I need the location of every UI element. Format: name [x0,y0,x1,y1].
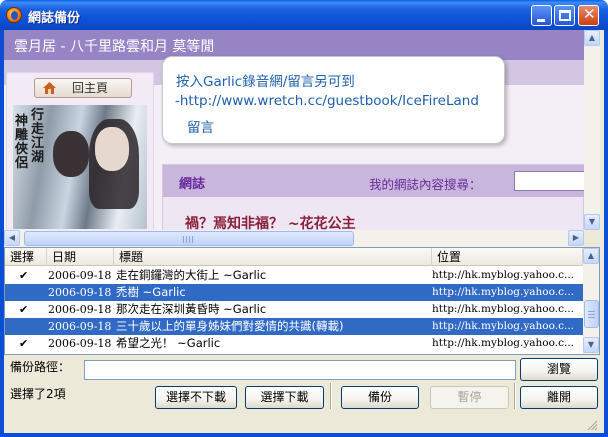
column-date[interactable]: 日期 [47,248,114,266]
separator [514,383,516,409]
list-header: 選擇 日期 標題 位置 [5,248,583,266]
bubble-link[interactable]: -http://www.wretch.cc/guestbook/IceFireL… [175,93,479,109]
banner-image: 神雕俠侶 行走江湖 [13,105,147,229]
blog-content-panel: 網誌 我的網誌內容搜尋： 禍？焉知非福？ ~花花公主 [162,164,584,230]
list-row[interactable]: ✔ 2006-09-18 走在銅鑼灣的大街上 ~Garlic http://hk… [5,267,583,284]
list-scroll-up-icon[interactable]: ▲ [583,248,599,264]
poster-text-2: 行走江湖 [31,108,45,165]
window-title: 網誌備份 [28,11,81,26]
row-url: http://hk.myblog.yahoo.c... [432,320,574,332]
row-title: 禿樹 ~Garlic [116,285,186,299]
row-date: 2006-09-18 [48,286,112,299]
check-icon[interactable]: ✔ [19,335,31,352]
list-row[interactable]: 2006-09-18 三十歲以上的單身姊妹們對愛情的共識(轉載) http://… [5,318,583,335]
message-bubble: 按入Garlic錄音網/留言另可到 -http://www.wretch.cc/… [162,56,505,144]
grip-icon [588,311,595,318]
check-icon[interactable]: ✔ [19,301,31,318]
row-url: http://hk.myblog.yahoo.c... [432,286,574,298]
close-icon: ✕ [583,5,596,23]
maximize-icon [559,10,571,21]
list-scroll-thumb[interactable] [584,300,599,328]
row-url: http://hk.myblog.yahoo.c... [432,269,574,281]
column-select[interactable]: 選擇 [5,248,47,266]
row-date: 2006-09-18 [48,303,112,316]
list-scrollbar[interactable]: ▲ ▼ [583,248,599,354]
search-label: 我的網誌內容搜尋： [369,177,482,192]
firefox-icon [6,7,22,23]
row-title: 希望之光！ ~Garlic [116,336,221,350]
minimize-button[interactable] [531,5,552,26]
row-date: 2006-09-18 [48,269,112,282]
poster-figure-dark [53,131,89,177]
row-url: http://hk.myblog.yahoo.c... [432,337,574,349]
row-title: 走在銅鑼灣的大街上 ~Garlic [116,268,267,282]
scroll-left-icon[interactable]: ◀ [4,230,20,246]
scroll-corner [584,230,600,247]
check-icon[interactable]: ✔ [19,267,31,284]
grip-icon [183,236,195,243]
title-bar: 網誌備份 ✕ [0,0,608,30]
minimize-icon [537,19,545,22]
deselect-download-button[interactable]: 選擇不下載 [155,386,237,409]
post-title[interactable]: 禍？焉知非福？ ~花花公主 [185,213,356,230]
list-scroll-down-icon[interactable]: ▼ [583,337,599,353]
list-row[interactable]: 2006-09-18 禿樹 ~Garlic http://hk.myblog.y… [5,284,583,301]
search-input[interactable] [514,171,584,191]
browse-button[interactable]: 瀏覽 [520,358,598,381]
home-button[interactable]: 回主頁 [34,78,132,98]
list-row[interactable]: ✔ 2006-09-18 希望之光！ ~Garlic http://hk.myb… [5,335,583,352]
close-button[interactable]: ✕ [578,5,599,26]
backup-path-input[interactable] [84,360,516,380]
row-date: 2006-09-18 [48,320,112,333]
section-label: 網誌 [179,177,206,192]
content-header: 網誌 我的網誌內容搜尋： [163,165,584,197]
scroll-down-icon[interactable]: ▼ [584,214,600,230]
home-button-label: 回主頁 [71,81,108,95]
scroll-up-icon[interactable]: ▲ [584,30,600,46]
blog-title: 雲月居 - 八千里路雲和月 莫等閒 [14,39,215,55]
pause-button[interactable]: 暫停 [430,386,509,409]
backup-path-label: 備份路徑： [10,360,71,374]
browser-vertical-scrollbar[interactable]: ▲ ▼ [584,30,600,230]
scroll-right-icon[interactable]: ▶ [568,230,584,246]
poster-face [95,127,129,171]
separator [330,383,332,409]
browser-horizontal-scrollbar[interactable]: ◀ ▶ [4,230,584,247]
column-location[interactable]: 位置 [432,248,583,266]
select-download-button[interactable]: 選擇下載 [245,386,324,409]
column-title[interactable]: 標題 [114,248,432,266]
backup-button[interactable]: 備份 [341,386,419,409]
sidebar: 回主頁 神雕俠侶 行走江湖 [6,72,154,230]
row-title: 三十歲以上的單身姊妹們對愛情的共識(轉載) [116,319,344,333]
exit-button[interactable]: 離開 [520,386,598,409]
selection-status: 選擇了2項 [10,387,66,401]
list-row[interactable]: ✔ 2006-09-18 那次走在深圳黃昏時 ~Garlic http://hk… [5,301,583,318]
bubble-line-3[interactable]: 留言 [187,116,214,136]
house-icon [43,82,56,94]
row-date: 2006-09-18 [48,337,112,350]
resize-grip-icon[interactable] [585,418,597,430]
bubble-line-1[interactable]: 按入Garlic錄音網/留言另可到 [176,70,355,90]
row-url: http://hk.myblog.yahoo.c... [432,303,574,315]
post-list[interactable]: 選擇 日期 標題 位置 ✔ 2006-09-18 走在銅鑼灣的大街上 ~Garl… [4,247,600,355]
row-title: 那次走在深圳黃昏時 ~Garlic [116,302,267,316]
maximize-button[interactable] [554,5,575,26]
scroll-thumb[interactable] [24,231,354,246]
poster-text-1: 神雕俠侶 [15,114,29,171]
blog-preview[interactable]: 雲月居 - 八千里路雲和月 莫等閒 回主頁 神雕俠侶 行走江湖 按入Garlic… [4,30,584,230]
